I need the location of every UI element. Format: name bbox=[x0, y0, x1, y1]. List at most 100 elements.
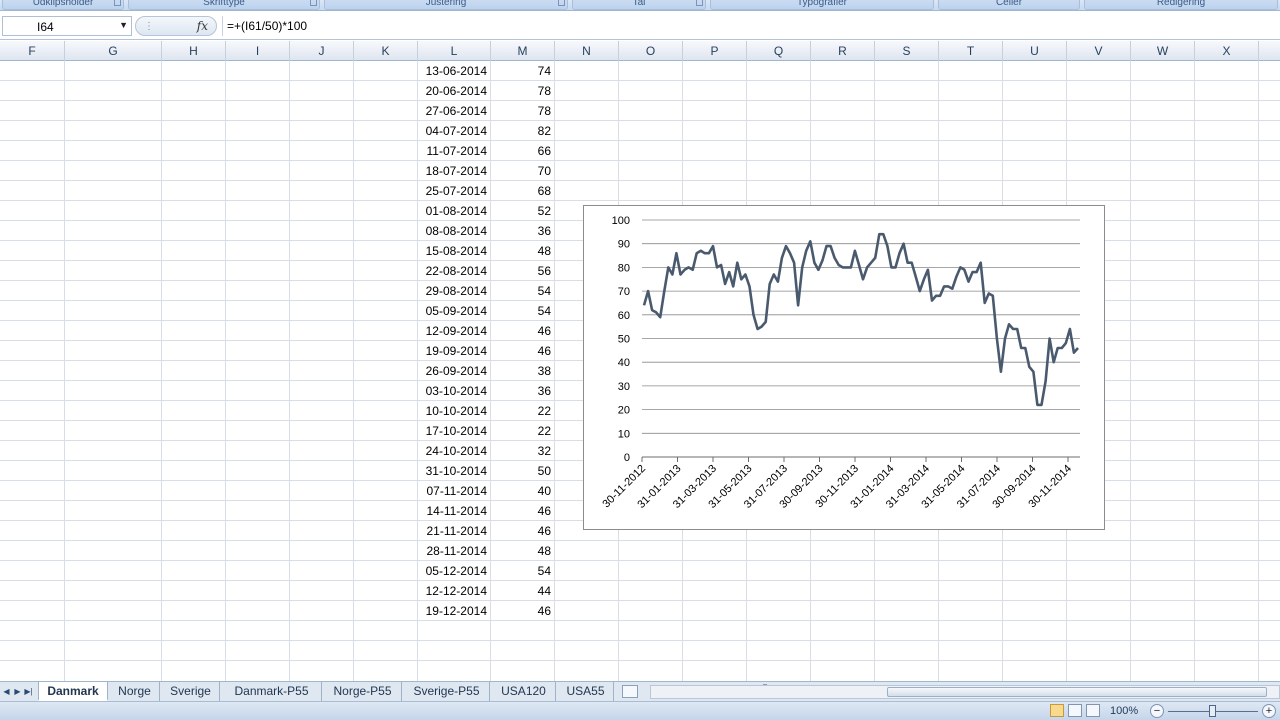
formula-input[interactable]: =+(I61/50)*100 bbox=[222, 16, 1280, 36]
dialog-launcher-icon[interactable] bbox=[696, 0, 703, 6]
column-header-t[interactable]: T bbox=[939, 41, 1003, 61]
column-header-j[interactable]: J bbox=[290, 41, 354, 61]
cell-value[interactable]: 38 bbox=[491, 361, 554, 381]
zoom-slider-thumb[interactable] bbox=[1209, 705, 1216, 717]
series-line[interactable] bbox=[642, 232, 1079, 407]
cell-date[interactable]: 31-10-2014 bbox=[418, 461, 490, 481]
column-header-q[interactable]: Q bbox=[747, 41, 811, 61]
cell-value[interactable]: 78 bbox=[491, 101, 554, 121]
cell-value[interactable]: 46 bbox=[491, 601, 554, 621]
cell-date[interactable]: 08-08-2014 bbox=[418, 221, 490, 241]
cell-value[interactable]: 46 bbox=[491, 341, 554, 361]
cell-value[interactable]: 32 bbox=[491, 441, 554, 461]
cell-date[interactable]: 13-06-2014 bbox=[418, 61, 490, 81]
normal-view-icon[interactable] bbox=[1050, 704, 1064, 717]
column-header-g[interactable]: G bbox=[65, 41, 162, 61]
first-sheet-icon[interactable]: ◀ bbox=[1, 685, 12, 699]
cell-value[interactable]: 74 bbox=[491, 61, 554, 81]
cell-date[interactable]: 26-09-2014 bbox=[418, 361, 490, 381]
zoom-out-button[interactable]: − bbox=[1150, 704, 1164, 718]
cell-value[interactable]: 22 bbox=[491, 401, 554, 421]
cell-date[interactable]: 19-09-2014 bbox=[418, 341, 490, 361]
column-header-n[interactable]: N bbox=[555, 41, 619, 61]
cell-value[interactable]: 46 bbox=[491, 501, 554, 521]
cell-date[interactable]: 27-06-2014 bbox=[418, 101, 490, 121]
sheet-tab[interactable]: Danmark bbox=[38, 682, 108, 701]
cell-date[interactable]: 12-12-2014 bbox=[418, 581, 490, 601]
next-sheet-icon[interactable]: ▶ bbox=[12, 685, 23, 699]
cell-value[interactable]: 82 bbox=[491, 121, 554, 141]
cell-date[interactable]: 05-12-2014 bbox=[418, 561, 490, 581]
cell-value[interactable]: 78 bbox=[491, 81, 554, 101]
cell-value[interactable]: 22 bbox=[491, 421, 554, 441]
cell-value[interactable]: 54 bbox=[491, 281, 554, 301]
ribbon-group-cells[interactable]: Celler bbox=[938, 0, 1080, 10]
cell-value[interactable]: 48 bbox=[491, 541, 554, 561]
column-header-s[interactable]: S bbox=[875, 41, 939, 61]
page-layout-view-icon[interactable] bbox=[1068, 704, 1082, 717]
column-header-p[interactable]: P bbox=[683, 41, 747, 61]
column-header-m[interactable]: M bbox=[491, 41, 555, 61]
sheet-tab[interactable]: Danmark-P55 bbox=[222, 682, 322, 701]
name-box[interactable]: I64 ▼ bbox=[2, 16, 132, 36]
cell-date[interactable]: 21-11-2014 bbox=[418, 521, 490, 541]
cell-date[interactable]: 10-10-2014 bbox=[418, 401, 490, 421]
insert-sheet-icon[interactable] bbox=[622, 685, 638, 698]
ribbon-group-styles[interactable]: Typografier bbox=[710, 0, 934, 10]
column-header-r[interactable]: R bbox=[811, 41, 875, 61]
resize-handle-icon[interactable]: ⋮ bbox=[144, 21, 154, 32]
sheet-tab[interactable]: Norge bbox=[110, 682, 160, 701]
cell-date[interactable]: 20-06-2014 bbox=[418, 81, 490, 101]
sheet-tab[interactable]: Norge-P55 bbox=[324, 682, 402, 701]
sheet-tab[interactable]: Sverige-P55 bbox=[404, 682, 490, 701]
cell-value[interactable]: 52 bbox=[491, 201, 554, 221]
cell-date[interactable]: 22-08-2014 bbox=[418, 261, 490, 281]
sheet-tab[interactable]: USA120 bbox=[492, 682, 556, 701]
cell-value[interactable]: 36 bbox=[491, 381, 554, 401]
cell-value[interactable]: 66 bbox=[491, 141, 554, 161]
insert-function-button[interactable]: fx bbox=[197, 19, 208, 33]
last-sheet-icon[interactable]: ▶| bbox=[23, 685, 34, 699]
cell-value[interactable]: 68 bbox=[491, 181, 554, 201]
column-header-v[interactable]: V bbox=[1067, 41, 1131, 61]
column-header-l[interactable]: L bbox=[418, 41, 491, 61]
page-break-view-icon[interactable] bbox=[1086, 704, 1100, 717]
cell-value[interactable]: 48 bbox=[491, 241, 554, 261]
ribbon-group-font[interactable]: Skrifttype bbox=[128, 0, 320, 10]
zoom-level[interactable]: 100% bbox=[1110, 705, 1138, 717]
cell-date[interactable]: 12-09-2014 bbox=[418, 321, 490, 341]
cell-date[interactable]: 07-11-2014 bbox=[418, 481, 490, 501]
chevron-down-icon[interactable]: ▼ bbox=[119, 20, 128, 30]
cell-date[interactable]: 04-07-2014 bbox=[418, 121, 490, 141]
cell-date[interactable]: 28-11-2014 bbox=[418, 541, 490, 561]
sheet-tab[interactable]: Sverige bbox=[162, 682, 220, 701]
cell-value[interactable]: 54 bbox=[491, 561, 554, 581]
cell-date[interactable]: 18-07-2014 bbox=[418, 161, 490, 181]
ribbon-group-number[interactable]: Tal bbox=[572, 0, 706, 10]
column-header-o[interactable]: O bbox=[619, 41, 683, 61]
cell-value[interactable]: 40 bbox=[491, 481, 554, 501]
scrollbar-thumb[interactable] bbox=[887, 687, 1267, 697]
dialog-launcher-icon[interactable] bbox=[558, 0, 565, 6]
column-header-f[interactable]: F bbox=[0, 41, 65, 61]
cell-date[interactable]: 14-11-2014 bbox=[418, 501, 490, 521]
ribbon-group-alignment[interactable]: Justering bbox=[324, 0, 568, 10]
cell-date[interactable]: 03-10-2014 bbox=[418, 381, 490, 401]
cell-date[interactable]: 19-12-2014 bbox=[418, 601, 490, 621]
ribbon-group-editing[interactable]: Redigering bbox=[1084, 0, 1278, 10]
cell-value[interactable]: 54 bbox=[491, 301, 554, 321]
column-header-w[interactable]: W bbox=[1131, 41, 1195, 61]
cell-value[interactable]: 46 bbox=[491, 521, 554, 541]
cell-value[interactable]: 70 bbox=[491, 161, 554, 181]
column-header-i[interactable]: I bbox=[226, 41, 290, 61]
cell-value[interactable]: 50 bbox=[491, 461, 554, 481]
dialog-launcher-icon[interactable] bbox=[114, 0, 121, 6]
column-header-h[interactable]: H bbox=[162, 41, 226, 61]
cell-date[interactable]: 05-09-2014 bbox=[418, 301, 490, 321]
cell-value[interactable]: 56 bbox=[491, 261, 554, 281]
cell-date[interactable]: 29-08-2014 bbox=[418, 281, 490, 301]
cell-date[interactable]: 17-10-2014 bbox=[418, 421, 490, 441]
zoom-in-button[interactable]: + bbox=[1262, 704, 1276, 718]
cell-date[interactable]: 15-08-2014 bbox=[418, 241, 490, 261]
ribbon-group-clipboard[interactable]: Udklipsholder bbox=[2, 0, 124, 10]
